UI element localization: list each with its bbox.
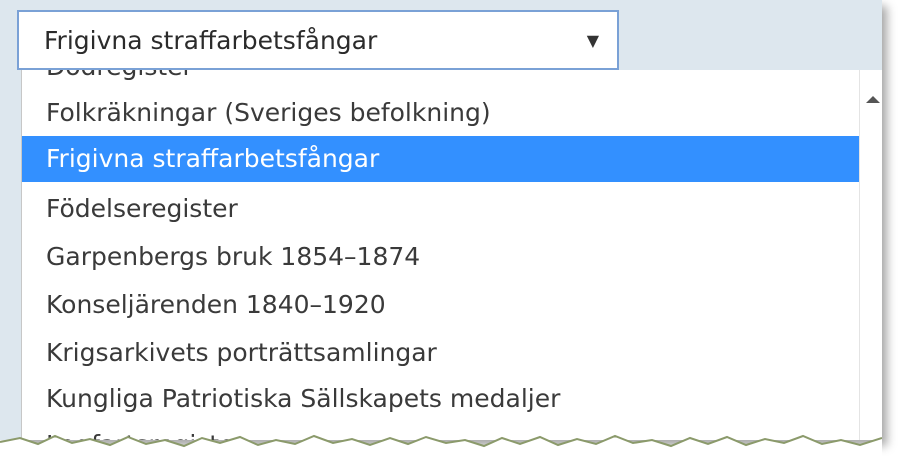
dropdown-scrollbar[interactable] [859, 70, 882, 440]
torn-edge-decoration [0, 434, 882, 456]
option-frigivna-straffarbetsfangar[interactable]: Frigivna straffarbetsfångar [22, 136, 860, 182]
category-select[interactable]: Frigivna straffarbetsfångar ▼ [17, 10, 619, 70]
option-folkrakningar[interactable]: Folkräkningar (Sveriges befolkning) [22, 90, 860, 136]
dropdown-arrow-icon: ▼ [586, 30, 599, 50]
option-fodelseregister[interactable]: Födelseregister [22, 186, 860, 232]
option-konseljarenden[interactable]: Konseljärenden 1840–1920 [22, 282, 860, 328]
option-krigsarkivets-portrattsamlingar[interactable]: Krigsarkivets porträttsamlingar [22, 330, 860, 376]
option-list: Dödregister Folkräkningar (Sveriges befo… [22, 70, 860, 440]
screenshot-frame: Frigivna straffarbetsfångar ▼ Dödregiste… [0, 0, 882, 440]
dropdown-list: Dödregister Folkräkningar (Sveriges befo… [21, 70, 882, 440]
option-garpenbergs-bruk[interactable]: Garpenbergs bruk 1854–1874 [22, 234, 860, 280]
option-kungliga-patriotiska-sallskapets-medaljer[interactable]: Kungliga Patriotiska Sällskapets medalje… [22, 376, 860, 422]
option-dodregister[interactable]: Dödregister [22, 70, 860, 90]
scroll-up-icon[interactable] [866, 96, 880, 103]
select-value: Frigivna straffarbetsfångar [44, 25, 378, 55]
